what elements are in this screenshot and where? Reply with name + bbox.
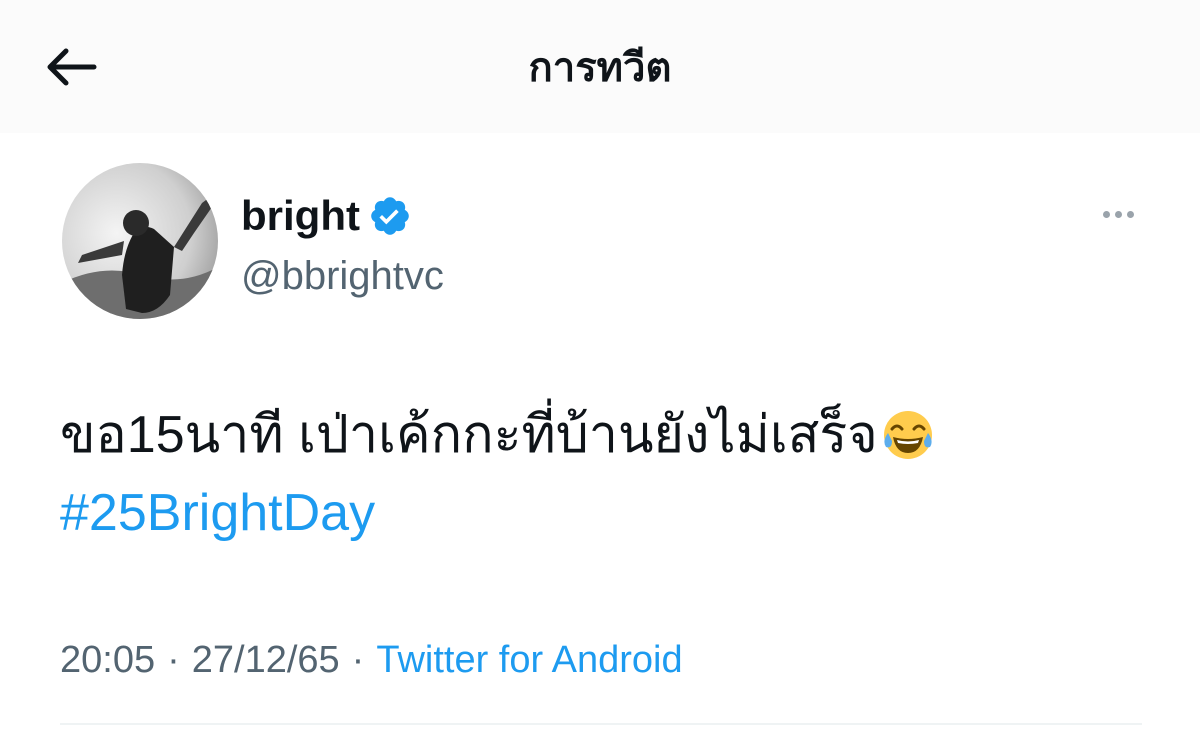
top-bar: การทวีต bbox=[0, 0, 1200, 133]
tweet-metadata: 20:05 · 27/12/65 · Twitter for Android bbox=[60, 633, 683, 687]
avatar[interactable] bbox=[62, 163, 218, 319]
avatar-image bbox=[62, 163, 218, 319]
meta-separator: · bbox=[351, 639, 365, 681]
verified-badge-icon bbox=[371, 197, 409, 235]
author-handle[interactable]: @bbrightvc bbox=[241, 252, 444, 300]
meta-separator: · bbox=[167, 639, 180, 681]
more-horizontal-icon bbox=[1114, 210, 1122, 218]
tweet-time[interactable]: 20:05 bbox=[60, 633, 155, 687]
tweet-text-content: ขอ15นาที เป่าเค้กกะที่บ้านยังไม่เสร็จ bbox=[60, 406, 878, 464]
tweet-source-link[interactable]: Twitter for Android bbox=[376, 633, 682, 687]
hashtag-link[interactable]: #25BrightDay bbox=[60, 474, 375, 552]
tweet-date[interactable]: 27/12/65 bbox=[192, 633, 340, 687]
face-with-tears-of-joy-icon bbox=[883, 411, 932, 459]
tweet-text-line: ขอ15นาที เป่าเค้กกะที่บ้านยังไม่เสร็จ bbox=[60, 396, 1160, 474]
more-horizontal-icon bbox=[1102, 210, 1110, 218]
author-name-row: bright bbox=[241, 190, 412, 242]
more-horizontal-icon bbox=[1126, 210, 1134, 218]
divider bbox=[60, 723, 1142, 725]
more-options-button[interactable] bbox=[1090, 198, 1146, 230]
tweet-text: ขอ15นาที เป่าเค้กกะที่บ้านยังไม่เสร็จ #2… bbox=[60, 396, 1160, 552]
page-title: การทวีต bbox=[528, 46, 672, 90]
author-name[interactable]: bright bbox=[241, 190, 360, 242]
